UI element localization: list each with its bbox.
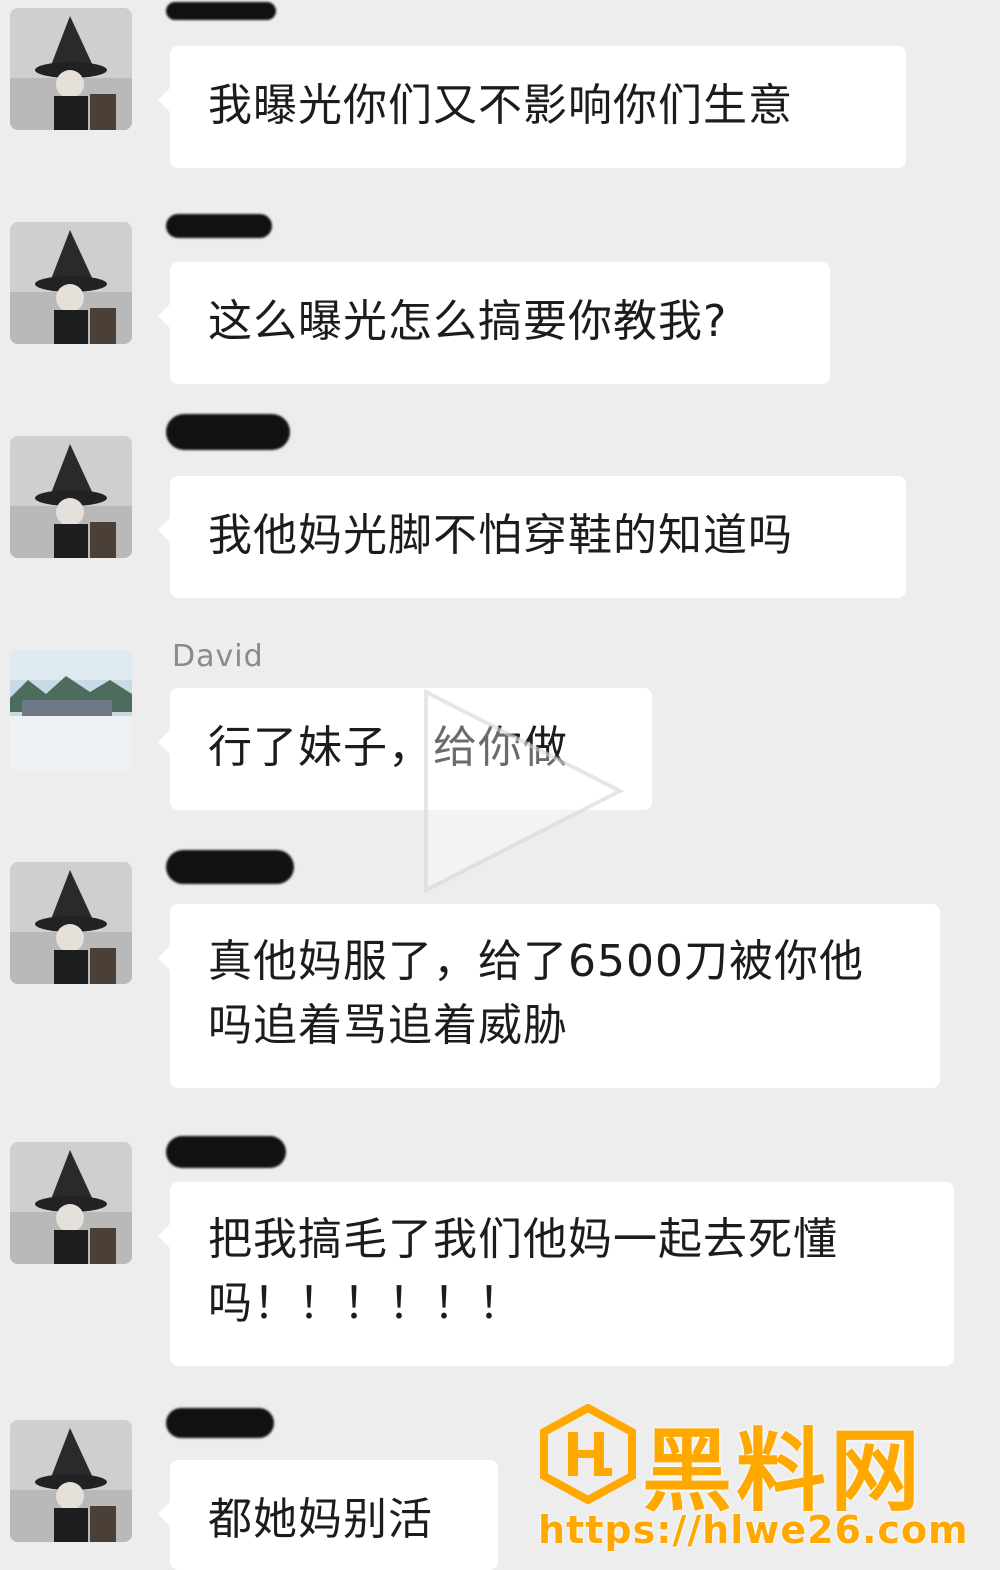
hl-logo-icon [538, 1403, 638, 1505]
sender-name-redacted [166, 414, 290, 450]
message-text: 把我搞毛了我们他妈一起去死懂吗！！！！！！ [208, 1214, 838, 1329]
witch-hat-avatar-icon[interactable] [10, 862, 132, 984]
sender-name-redacted [166, 850, 294, 884]
sender-name-redacted [166, 2, 276, 32]
message-text: 真他妈服了，给了6500刀被你他吗追着骂追着威胁 [208, 936, 864, 1051]
witch-hat-avatar-icon[interactable] [10, 222, 132, 344]
sender-name-redacted [166, 1408, 274, 1438]
witch-hat-avatar-icon[interactable] [10, 1142, 132, 1264]
sender-name: David [172, 639, 264, 674]
message-text: 都她妈别活 [208, 1494, 433, 1545]
witch-hat-avatar-icon[interactable] [10, 436, 132, 558]
redaction-mark [166, 1136, 286, 1168]
witch-hat-avatar-icon[interactable] [10, 1420, 132, 1542]
message-bubble[interactable]: 这么曝光怎么搞要你教我? [158, 262, 830, 384]
sender-name-redacted [166, 1136, 286, 1168]
witch-hat-avatar-icon[interactable] [10, 8, 132, 130]
message-bubble[interactable]: 把我搞毛了我们他妈一起去死懂吗！！！！！！ [158, 1182, 954, 1366]
message-text: 我曝光你们又不影响你们生意 [208, 80, 793, 131]
play-icon[interactable] [418, 686, 628, 896]
message-bubble[interactable]: 都她妈别活 [158, 1460, 498, 1570]
message-bubble[interactable]: 真他妈服了，给了6500刀被你他吗追着骂追着威胁 [158, 904, 940, 1088]
watermark: 黑料网 https://hlwe26.com [538, 1403, 988, 1554]
watermark-url: https://hlwe26.com [538, 1508, 969, 1552]
redaction-mark [166, 2, 276, 20]
redaction-mark [166, 414, 290, 450]
message-bubble[interactable]: 我曝光你们又不影响你们生意 [158, 46, 906, 168]
sender-name-redacted [166, 214, 272, 244]
redaction-mark [166, 214, 272, 238]
redaction-mark [166, 1408, 274, 1438]
redaction-mark [166, 850, 294, 884]
message-text: 这么曝光怎么搞要你教我? [208, 296, 728, 347]
landscape-avatar-icon[interactable] [10, 650, 132, 772]
message-text: 我他妈光脚不怕穿鞋的知道吗 [208, 510, 793, 561]
message-bubble[interactable]: 我他妈光脚不怕穿鞋的知道吗 [158, 476, 906, 598]
